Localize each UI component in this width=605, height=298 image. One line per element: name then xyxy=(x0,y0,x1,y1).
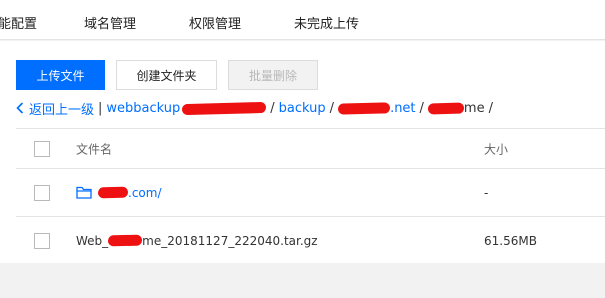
breadcrumb-segment-root[interactable]: webbackup xyxy=(106,101,180,116)
redaction-mark xyxy=(337,101,391,115)
column-header-name: 文件名 xyxy=(76,142,113,156)
breadcrumb-segment-backup[interactable]: backup xyxy=(279,101,326,116)
breadcrumb-slash: / xyxy=(270,100,275,116)
upload-file-button[interactable]: 上传文件 xyxy=(16,60,105,90)
folder-name: .com/ xyxy=(128,185,162,200)
back-link[interactable]: 返回上一级 xyxy=(16,99,94,118)
tab-bar: 能配置 域名管理 权限管理 未完成上传 xyxy=(0,0,605,40)
redaction-mark xyxy=(427,102,465,114)
file-size: 61.56MB xyxy=(484,233,537,248)
row-checkbox[interactable] xyxy=(34,184,50,201)
redaction-mark xyxy=(108,234,143,247)
table-row: Web_ me_20181127_222040.tar.gz 61.56MB xyxy=(16,217,605,265)
create-folder-button[interactable]: 创建文件夹 xyxy=(116,60,217,90)
select-all-checkbox[interactable] xyxy=(34,140,50,157)
folder-name-link[interactable]: .com/ xyxy=(76,186,162,200)
chevron-left-icon xyxy=(16,102,24,114)
column-header-size: 大小 xyxy=(484,142,509,156)
row-checkbox[interactable] xyxy=(34,232,50,249)
file-name-prefix: Web_ xyxy=(76,233,109,248)
folder-icon xyxy=(76,186,92,199)
table-row: .com/ - xyxy=(16,169,605,217)
file-browser: 上传文件 创建文件夹 批量删除 返回上一级 | webbackup / back… xyxy=(0,41,605,265)
tab-function-config[interactable]: 能配置 xyxy=(0,13,37,32)
page: 能配置 域名管理 权限管理 未完成上传 上传文件 创建文件夹 批量删除 返回上一… xyxy=(0,0,605,298)
breadcrumb-segment-domain[interactable]: .net xyxy=(390,101,415,116)
file-table: 文件名 大小 .com/ - Web_ me_20181127_222040.t… xyxy=(16,128,605,265)
redaction-mark xyxy=(97,186,129,199)
redaction-mark xyxy=(182,101,267,115)
breadcrumb-slash: / xyxy=(419,100,424,116)
batch-delete-button: 批量删除 xyxy=(228,60,318,90)
tab-domain-management[interactable]: 域名管理 xyxy=(84,13,136,32)
tab-incomplete-uploads[interactable]: 未完成上传 xyxy=(294,13,359,32)
file-name[interactable]: Web_ me_20181127_222040.tar.gz xyxy=(76,234,318,248)
breadcrumb: 返回上一级 | webbackup / backup / .net / me / xyxy=(16,99,497,118)
folder-size: - xyxy=(484,185,489,200)
back-label: 返回上一级 xyxy=(29,102,95,118)
breadcrumb-segment-current: me xyxy=(463,100,485,116)
breadcrumb-slash: / xyxy=(488,100,493,116)
page-background xyxy=(0,263,605,298)
table-header: 文件名 大小 xyxy=(16,129,605,169)
breadcrumb-slash: / xyxy=(329,100,335,116)
breadcrumb-divider: | xyxy=(98,100,103,116)
tab-permission-management[interactable]: 权限管理 xyxy=(189,13,241,32)
file-name-suffix: me_20181127_222040.tar.gz xyxy=(142,233,318,248)
